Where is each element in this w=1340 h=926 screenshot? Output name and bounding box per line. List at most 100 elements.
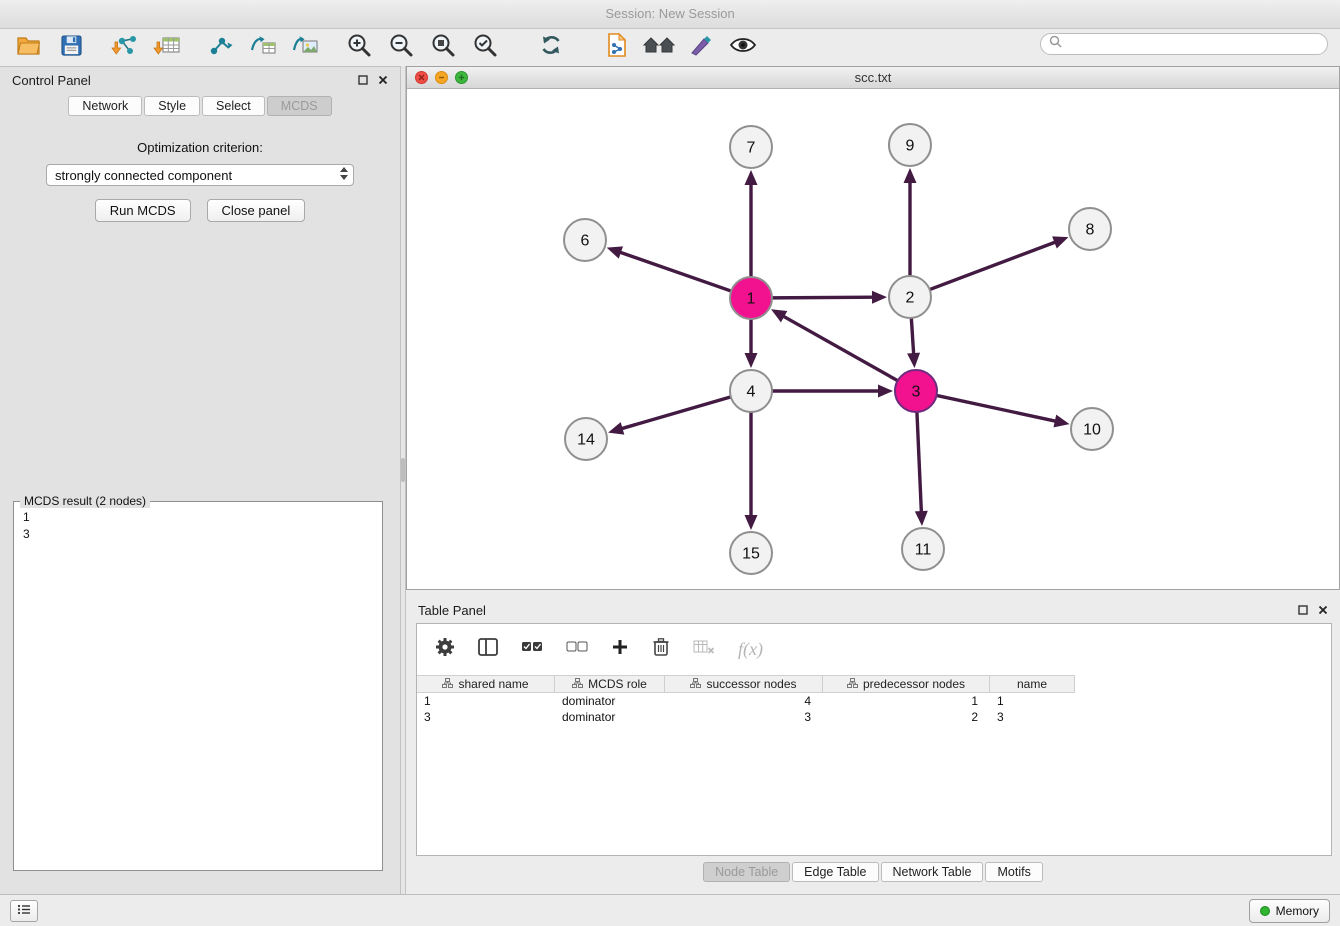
close-panel-button[interactable]: Close panel bbox=[207, 199, 306, 222]
graph-edge-4-14[interactable] bbox=[621, 397, 731, 429]
export-image-button[interactable] bbox=[284, 32, 326, 64]
zoom-in-button[interactable] bbox=[338, 32, 380, 64]
table-row[interactable]: 3 dominator 3 2 3 bbox=[417, 709, 1331, 725]
export-image-icon bbox=[291, 33, 319, 62]
column-header-successor-nodes[interactable]: successor nodes bbox=[665, 676, 823, 692]
memory-button[interactable]: Memory bbox=[1249, 899, 1330, 923]
graph-edge-2-8[interactable] bbox=[930, 242, 1057, 290]
column-tree-icon bbox=[847, 677, 858, 691]
select-stepper-icon bbox=[340, 167, 348, 180]
first-neighbors-button[interactable] bbox=[638, 32, 680, 64]
graph-edge-arrow bbox=[872, 291, 887, 304]
cell-predecessor-nodes[interactable]: 2 bbox=[823, 710, 990, 724]
tab-select[interactable]: Select bbox=[202, 96, 265, 116]
graph-node-label-15: 15 bbox=[742, 546, 760, 563]
maximize-window-button[interactable] bbox=[455, 71, 468, 84]
cell-mcds-role[interactable]: dominator bbox=[555, 710, 665, 724]
tab-network-table[interactable]: Network Table bbox=[881, 862, 984, 882]
cell-shared-name[interactable]: 3 bbox=[417, 710, 555, 724]
minimize-window-button[interactable] bbox=[435, 71, 448, 84]
column-tree-icon bbox=[442, 677, 453, 691]
trash-icon bbox=[652, 644, 670, 661]
show-hide-button[interactable] bbox=[722, 32, 764, 64]
graph-node-label-8: 8 bbox=[1086, 222, 1095, 239]
cell-predecessor-nodes[interactable]: 1 bbox=[823, 694, 990, 708]
task-history-button[interactable] bbox=[10, 900, 38, 922]
float-table-panel-icon[interactable] bbox=[1298, 603, 1308, 618]
table-panel-tabs: Node Table Edge Table Network Table Moti… bbox=[406, 862, 1340, 882]
close-window-button[interactable] bbox=[415, 71, 428, 84]
cell-mcds-role[interactable]: dominator bbox=[555, 694, 665, 708]
column-header-shared-name[interactable]: shared name bbox=[417, 676, 555, 692]
select-all-button[interactable] bbox=[521, 640, 543, 659]
clone-network-button[interactable] bbox=[242, 32, 284, 64]
graph-edge-3-1[interactable] bbox=[782, 316, 897, 381]
column-header-mcds-role[interactable]: MCDS role bbox=[555, 676, 665, 692]
window-titlebar[interactable]: Session: New Session bbox=[0, 0, 1340, 29]
network-window-title: scc.txt bbox=[407, 70, 1339, 85]
delete-column-button[interactable] bbox=[652, 637, 670, 662]
network-window-titlebar[interactable]: scc.txt bbox=[407, 67, 1339, 89]
search-input[interactable] bbox=[1067, 34, 1327, 54]
column-header-name[interactable]: name bbox=[990, 676, 1075, 692]
cell-name[interactable]: 3 bbox=[990, 710, 1075, 724]
column-header-predecessor-nodes[interactable]: predecessor nodes bbox=[823, 676, 990, 692]
add-column-button[interactable] bbox=[611, 638, 629, 661]
splitter-grip[interactable] bbox=[401, 458, 405, 482]
open-session-button[interactable] bbox=[8, 32, 50, 64]
graph-edge-arrow bbox=[878, 385, 893, 398]
mcds-result-list[interactable]: 1 3 bbox=[14, 502, 382, 550]
table-settings-button[interactable] bbox=[435, 637, 455, 662]
zoom-out-icon bbox=[388, 32, 414, 63]
tab-node-table[interactable]: Node Table bbox=[703, 862, 790, 882]
cell-successor-nodes[interactable]: 4 bbox=[665, 694, 823, 708]
criterion-select[interactable]: strongly connected component bbox=[46, 164, 354, 186]
tab-style[interactable]: Style bbox=[144, 96, 200, 116]
tab-edge-table[interactable]: Edge Table bbox=[792, 862, 878, 882]
graph-edge-3-11[interactable] bbox=[917, 412, 921, 513]
graph-edge-arrow bbox=[904, 168, 917, 183]
table-panel: Table Panel f(x) shared name MCDS role s… bbox=[406, 597, 1340, 894]
graph-node-label-6: 6 bbox=[581, 233, 590, 250]
cell-shared-name[interactable]: 1 bbox=[417, 694, 555, 708]
unchecked-boxes-icon bbox=[566, 641, 588, 658]
refresh-layout-button[interactable] bbox=[530, 32, 572, 64]
close-panel-icon[interactable] bbox=[378, 73, 388, 88]
status-bar: Memory bbox=[0, 894, 1340, 926]
graph-edge-3-10[interactable] bbox=[937, 395, 1057, 421]
import-table-button[interactable] bbox=[146, 32, 188, 64]
close-table-panel-icon[interactable] bbox=[1318, 603, 1328, 618]
delete-table-button[interactable] bbox=[693, 639, 715, 660]
main-toolbar bbox=[0, 29, 1340, 66]
graph-edge-1-2[interactable] bbox=[772, 297, 874, 298]
function-builder-button[interactable]: f(x) bbox=[738, 639, 763, 660]
tab-network[interactable]: Network bbox=[68, 96, 142, 116]
graph-edge-2-3[interactable] bbox=[911, 318, 913, 355]
cell-successor-nodes[interactable]: 3 bbox=[665, 710, 823, 724]
table-body: 1 dominator 4 1 1 3 dominator 3 2 3 bbox=[417, 693, 1331, 725]
tab-mcds[interactable]: MCDS bbox=[267, 96, 332, 116]
zoom-fit-button[interactable] bbox=[422, 32, 464, 64]
graph-edge-1-6[interactable] bbox=[619, 252, 731, 291]
mcds-result-title: MCDS result (2 nodes) bbox=[20, 494, 150, 508]
tab-motifs[interactable]: Motifs bbox=[985, 862, 1042, 882]
deselect-all-button[interactable] bbox=[566, 640, 588, 659]
zoom-out-button[interactable] bbox=[380, 32, 422, 64]
import-network-button[interactable] bbox=[104, 32, 146, 64]
float-panel-icon[interactable] bbox=[358, 73, 368, 88]
run-mcds-button[interactable]: Run MCDS bbox=[95, 199, 191, 222]
paint-style-button[interactable] bbox=[680, 32, 722, 64]
column-chooser-button[interactable] bbox=[478, 638, 498, 661]
list-icon bbox=[17, 902, 31, 920]
new-network-button[interactable] bbox=[200, 32, 242, 64]
network-canvas[interactable]: 7968124314101511 bbox=[407, 89, 1339, 589]
cell-name[interactable]: 1 bbox=[990, 694, 1075, 708]
zoom-selected-button[interactable] bbox=[464, 32, 506, 64]
table-row[interactable]: 1 dominator 4 1 1 bbox=[417, 693, 1331, 709]
save-session-button[interactable] bbox=[50, 32, 92, 64]
network-graph[interactable]: 7968124314101511 bbox=[407, 89, 1339, 589]
search-box[interactable] bbox=[1040, 33, 1328, 55]
graph-edge-arrow bbox=[745, 515, 758, 530]
control-panel-tabs: Network Style Select MCDS bbox=[0, 96, 400, 116]
copy-network-document-button[interactable] bbox=[596, 32, 638, 64]
